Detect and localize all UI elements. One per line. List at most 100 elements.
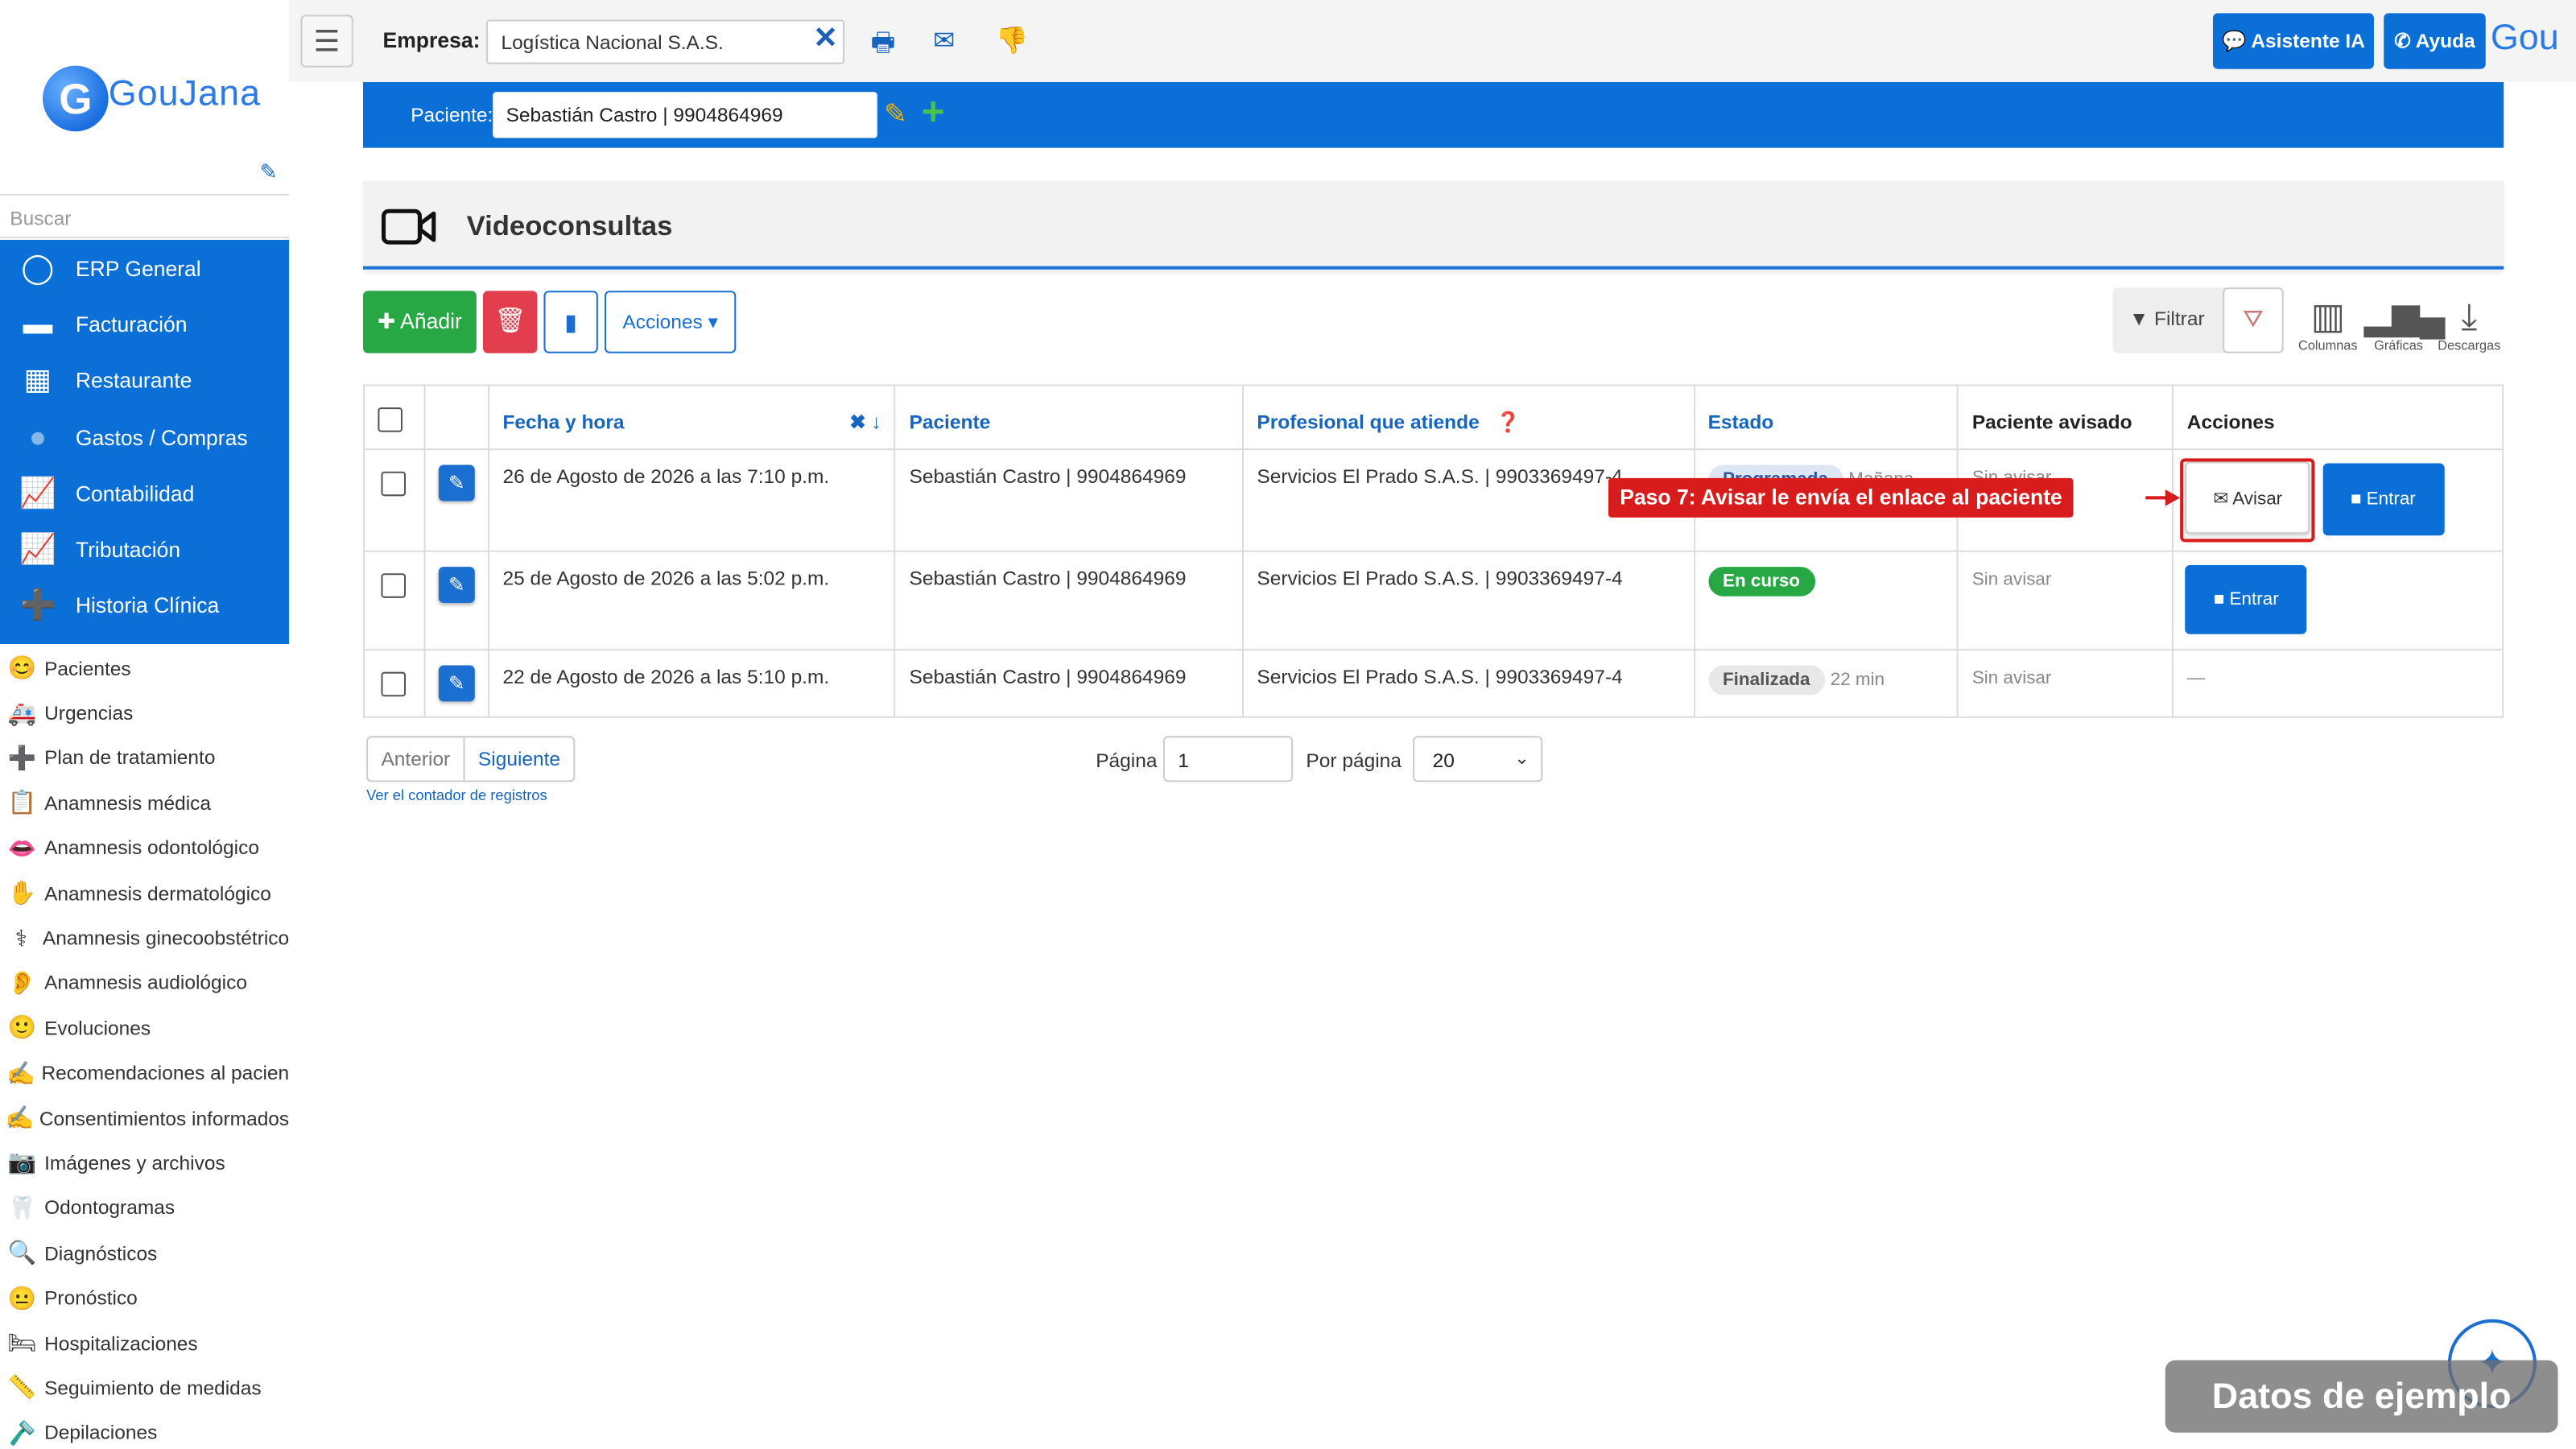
row-checkbox[interactable]	[382, 573, 407, 598]
sidebar-item-diagnosticos[interactable]: 🔍 Diagnósticos	[0, 1231, 289, 1276]
print-icon[interactable]: 🖶	[871, 25, 896, 69]
hamburger-menu-button[interactable]: ☰	[300, 14, 353, 68]
bed-icon: 🛏	[7, 1329, 37, 1356]
professional-column-header[interactable]: Profesional que atiende ❓	[1242, 384, 1695, 451]
sidebar-item-anamnesis-ginecoobstetrico[interactable]: ⚕ Anamnesis ginecoobstétrico	[0, 915, 289, 960]
status-extra: 22 min	[1830, 670, 1885, 691]
enter-button[interactable]: ■ Entrar	[2322, 463, 2444, 536]
sidebar-item-pacientes[interactable]: 😊 Pacientes	[0, 646, 289, 691]
sidebar-item-recomendaciones[interactable]: ✍ Recomendaciones al pacien	[0, 1051, 289, 1096]
professional-header-label: Profesional que atiende	[1257, 411, 1480, 434]
module-restaurante[interactable]: ▦ Restaurante	[0, 353, 289, 409]
edit-menu-pencil-icon[interactable]: ✎	[259, 159, 277, 186]
status-column-header[interactable]: Estado	[1693, 384, 1959, 451]
sidebar-item-depilaciones[interactable]: 🪒 Depilaciones	[0, 1410, 289, 1449]
empresa-label: Empresa:	[382, 27, 481, 53]
whatsapp-icon: ✆	[2394, 29, 2416, 53]
clear-empresa-icon[interactable]: ✕	[813, 22, 838, 56]
delete-button[interactable]: 🗑	[482, 291, 538, 353]
app-logo[interactable]: G GouJana	[39, 63, 270, 135]
date-cell: 25 de Agosto de 2026 a las 5:02 p.m.	[488, 550, 897, 651]
filter-button[interactable]: ▼ Filtrar	[2112, 287, 2221, 353]
record-counter-link[interactable]: Ver el contador de registros	[366, 787, 547, 803]
module-tributacion[interactable]: 📈 Tributación	[0, 522, 289, 578]
sort-clear-icon[interactable]: ✖ ↓	[849, 411, 881, 434]
enter-button[interactable]: ■ Entrar	[2185, 565, 2307, 634]
add-button[interactable]: ✚ Añadir	[363, 291, 477, 353]
module-nav: ◯ ERP General ▬ Facturación ▦ Restaurant…	[0, 239, 290, 644]
date-column-header[interactable]: Fecha y hora ✖ ↓	[488, 384, 897, 451]
sidebar-search-input[interactable]: Buscar	[0, 193, 290, 238]
plan-icon: ➕	[7, 744, 37, 771]
charts-button[interactable]: ▂▆▄ Gráficas	[2363, 295, 2446, 353]
select-all-cell	[363, 384, 426, 451]
empresa-select[interactable]: Logística Nacional S.A.S.	[486, 19, 844, 64]
per-page-select[interactable]: 20 ⌄	[1413, 736, 1543, 782]
bar-chart-icon: ▂▆▄	[2363, 295, 2446, 337]
sidebar-item-anamnesis-odontologico[interactable]: 👄 Anamnesis odontológico	[0, 826, 289, 871]
previous-page-button[interactable]: Anterior	[368, 737, 465, 781]
patient-column-header[interactable]: Paciente	[894, 384, 1245, 451]
sidebar-item-anamnesis-dermatologico[interactable]: ✋ Anamnesis dermatológico	[0, 871, 289, 916]
sidebar-item-label: Evoluciones	[44, 1016, 151, 1040]
module-gastos-compras[interactable]: ● Gastos / Compras	[0, 409, 289, 465]
sidebar-item-evoluciones[interactable]: 🙂 Evoluciones	[0, 1005, 289, 1051]
sidebar-item-label: Anamnesis odontológico	[44, 836, 259, 860]
sidebar-item-label: Urgencias	[44, 701, 134, 725]
page-label: Página	[1096, 749, 1158, 773]
gou-brand[interactable]: Gou	[2491, 16, 2559, 59]
sidebar-item-odontogramas[interactable]: 🦷 Odontogramas	[0, 1186, 289, 1231]
sidebar-item-anamnesis-medica[interactable]: 📋 Anamnesis médica	[0, 781, 289, 826]
sidebar-item-anamnesis-audiologico[interactable]: 👂 Anamnesis audiológico	[0, 960, 289, 1005]
sidebar-item-hospitalizaciones[interactable]: 🛏 Hospitalizaciones	[0, 1321, 289, 1366]
module-label: Gastos / Compras	[75, 424, 248, 450]
sidebar-item-consentimientos[interactable]: ✍ Consentimientos informados	[0, 1096, 290, 1141]
select-all-checkbox[interactable]	[378, 407, 402, 432]
page-number-input[interactable]: 1	[1162, 736, 1294, 782]
patient-select[interactable]: Sebastián Castro | 9904864969	[493, 92, 877, 138]
ai-assistant-label: Asistente IA	[2251, 29, 2365, 53]
demo-data-watermark: Datos de ejemplo	[2165, 1360, 2558, 1433]
email-icon[interactable]: ✉	[933, 25, 955, 58]
face-icon: 🙂	[7, 1013, 37, 1041]
dislike-icon[interactable]: 👎	[996, 25, 1029, 58]
downloads-button[interactable]: ⤓ Descargas	[2434, 295, 2504, 353]
book-button[interactable]: ▮	[543, 291, 598, 353]
module-facturacion[interactable]: ▬ Facturación	[0, 296, 289, 353]
help-circle-icon[interactable]: ❓	[1496, 411, 1521, 434]
clear-filter-button[interactable]: ⛛	[2223, 287, 2284, 353]
sidebar-item-pronostico[interactable]: 😐 Pronóstico	[0, 1276, 289, 1321]
chart-icon: 📈	[19, 532, 56, 566]
module-contabilidad[interactable]: 📈 Contabilidad	[0, 465, 289, 522]
module-erp-general[interactable]: ◯ ERP General	[0, 240, 289, 296]
row-checkbox[interactable]	[382, 471, 407, 497]
sidebar-item-urgencias[interactable]: 🚑 Urgencias	[0, 691, 289, 736]
row-edit-cell: ✎	[423, 550, 490, 651]
edit-row-button[interactable]: ✎	[438, 665, 475, 702]
per-page-value: 20	[1432, 749, 1455, 773]
edit-row-button[interactable]: ✎	[438, 464, 475, 502]
ruler-icon: 📏	[7, 1374, 37, 1401]
add-patient-plus-icon[interactable]: +	[922, 90, 945, 136]
help-button[interactable]: ✆ Ayuda	[2384, 13, 2486, 69]
sidebar-item-plan-tratamiento[interactable]: ➕ Plan de tratamiento	[0, 736, 289, 781]
row-checkbox[interactable]	[382, 671, 407, 697]
sidebar-item-seguimiento-medidas[interactable]: 📏 Seguimiento de medidas	[0, 1365, 289, 1410]
module-historia-clinica[interactable]: ➕ Historia Clínica	[0, 578, 289, 634]
sidebar-item-label: Pronóstico	[44, 1286, 138, 1310]
columns-button[interactable]: ▥ Columnas	[2293, 295, 2363, 353]
ai-assistant-button[interactable]: 💬 Asistente IA	[2212, 13, 2374, 69]
per-page-label: Por página	[1306, 749, 1402, 773]
row-select-cell	[363, 448, 426, 552]
patient-cell: Sebastián Castro | 9904864969	[894, 649, 1245, 718]
next-page-button[interactable]: Siguiente	[465, 737, 574, 780]
plus-icon: ➕	[19, 588, 56, 622]
logo-text: GouJana	[108, 72, 262, 114]
sidebar-item-label: Diagnósticos	[44, 1241, 158, 1265]
mouth-icon: 👄	[7, 834, 37, 861]
edit-patient-pencil-icon[interactable]: ✎	[884, 98, 907, 131]
actions-dropdown-button[interactable]: Acciones ▾	[605, 291, 737, 353]
edit-row-button[interactable]: ✎	[438, 567, 475, 603]
patient-cell: Sebastián Castro | 9904864969	[894, 448, 1245, 552]
sidebar-item-imagenes-archivos[interactable]: 📷 Imágenes y archivos	[0, 1141, 289, 1186]
